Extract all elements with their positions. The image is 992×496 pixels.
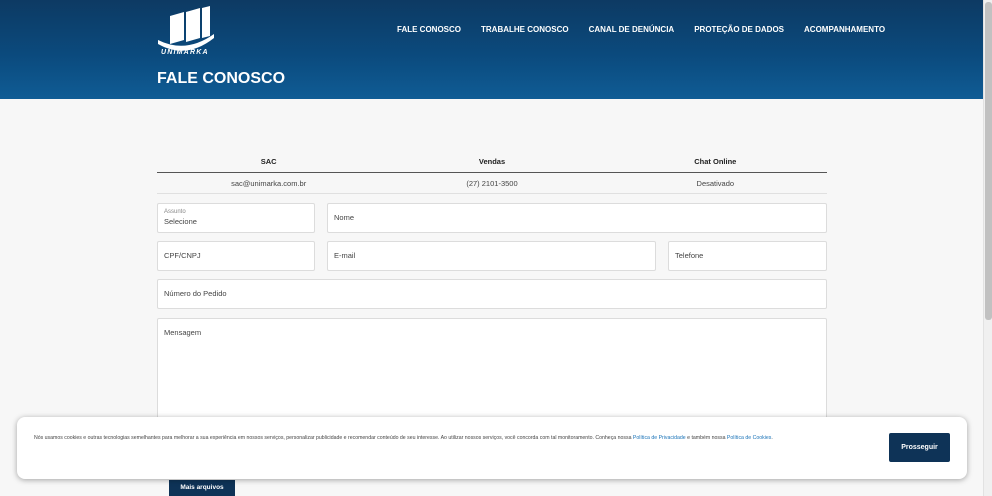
cookie-text-part: e também nossa <box>685 435 727 441</box>
contact-table: SAC Vendas Chat Online sac@unimarka.com.… <box>157 153 827 194</box>
cookie-banner: Nós usamos cookies e outras tecnologias … <box>17 417 967 479</box>
name-label: Nome <box>334 213 355 222</box>
order-number-field[interactable]: Número do Pedido <box>157 279 827 309</box>
subject-label: Assunto <box>164 209 186 215</box>
contact-header-sac: SAC <box>260 157 277 166</box>
subject-value: Selecione <box>164 217 197 226</box>
scrollbar-thumb[interactable] <box>985 2 992 320</box>
message-textarea[interactable]: Mensagem <box>157 318 827 428</box>
contact-table-header: SAC Vendas Chat Online <box>157 153 827 173</box>
contact-value-sac: sac@unimarka.com.br <box>231 179 307 188</box>
cookie-text-part: Nós usamos cookies e outras tecnologias … <box>34 435 633 441</box>
contact-value-chat: Desativado <box>696 179 735 188</box>
nav-item-protecao-dados[interactable]: PROTEÇÃO DE DADOS <box>694 25 784 34</box>
phone-label: Telefone <box>675 251 704 260</box>
brand-name: UNIMARKA <box>161 49 209 56</box>
main-nav: FALE CONOSCO TRABALHE CONOSCO CANAL DE D… <box>397 25 885 34</box>
cookie-text: Nós usamos cookies e outras tecnologias … <box>34 434 854 444</box>
nav-item-fale-conosco[interactable]: FALE CONOSCO <box>397 25 461 34</box>
site-header: UNIMARKA FALE CONOSCO TRABALHE CONOSCO C… <box>0 0 983 99</box>
page-scrollbar[interactable] <box>983 0 992 496</box>
nav-item-trabalhe-conosco[interactable]: TRABALHE CONOSCO <box>481 25 569 34</box>
subject-select[interactable]: Assunto Selecione <box>157 203 315 233</box>
nav-item-canal-denuncia[interactable]: CANAL DE DENÚNCIA <box>589 25 675 34</box>
message-label: Mensagem <box>164 328 202 337</box>
email-label: E-mail <box>334 251 356 260</box>
contact-table-row: sac@unimarka.com.br (27) 2101-3500 Desat… <box>157 173 827 194</box>
page-title: FALE CONOSCO <box>157 70 286 87</box>
cpf-cnpj-field[interactable]: CPF/CNPJ <box>157 241 315 271</box>
contact-header-chat: Chat Online <box>694 157 737 166</box>
nav-item-acompanhamento[interactable]: ACOMPANHAMENTO <box>804 25 885 34</box>
proceed-button[interactable]: Prosseguir <box>889 433 950 462</box>
cookie-policy-link[interactable]: Política de Cookies <box>727 435 771 441</box>
cpf-label: CPF/CNPJ <box>164 251 201 260</box>
privacy-policy-link[interactable]: Política de Privacidade <box>633 435 686 441</box>
phone-field[interactable]: Telefone <box>668 241 827 271</box>
cookie-text-part: . <box>771 435 773 441</box>
name-field[interactable]: Nome <box>327 203 827 233</box>
order-label: Número do Pedido <box>164 289 227 298</box>
email-field[interactable]: E-mail <box>327 241 656 271</box>
contact-header-vendas: Vendas <box>478 157 506 166</box>
contact-value-vendas: (27) 2101-3500 <box>466 179 518 188</box>
more-files-button[interactable]: Mais arquivos <box>169 480 235 496</box>
